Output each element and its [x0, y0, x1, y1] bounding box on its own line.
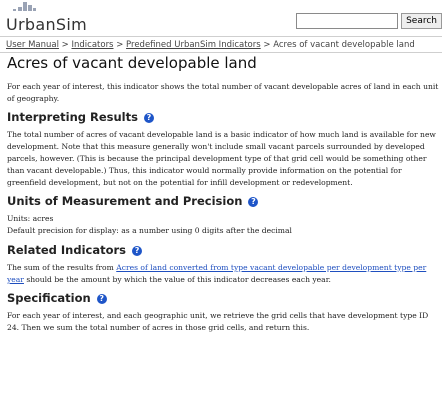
- related-text-before: The sum of the results from: [7, 263, 117, 272]
- specification-paragraph: For each year of interest, and each geog…: [7, 311, 429, 332]
- section-heading-text: Related Indicators: [7, 243, 127, 257]
- intro-paragraph: For each year of interest, this indicato…: [7, 82, 439, 103]
- help-icon[interactable]: ?: [96, 294, 107, 304]
- breadcrumb-separator: >: [116, 40, 127, 50]
- logo-text[interactable]: UrbanSim: [6, 15, 87, 34]
- breadcrumb-link-predefined-indicators[interactable]: Predefined UrbanSim Indicators: [126, 40, 261, 50]
- help-icon[interactable]: ?: [144, 113, 154, 123]
- units-line: Units: acres: [7, 214, 54, 223]
- units-paragraph: Units: acres Default precision for displ…: [7, 213, 439, 237]
- section-heading-text: Interpreting Results: [7, 110, 138, 124]
- header: UrbanSim Search: [0, 0, 442, 34]
- logo-block: [33, 8, 36, 11]
- logo-block: [23, 2, 27, 11]
- main-content: Acres of vacant developable land For eac…: [7, 54, 439, 338]
- section-heading-specification: Specification ?: [7, 291, 439, 305]
- breadcrumb-link-indicators[interactable]: Indicators: [72, 40, 114, 50]
- page-title: Acres of vacant developable land: [7, 54, 257, 72]
- logo-block: [18, 7, 22, 11]
- section-heading-text: Specification: [7, 291, 91, 305]
- logo-block: [13, 9, 16, 11]
- help-icon[interactable]: ?: [132, 246, 143, 256]
- section-heading-units: Units of Measurement and Precision ?: [7, 194, 439, 208]
- help-icon[interactable]: ?: [248, 197, 259, 207]
- related-text-after: should be the amount by which the value …: [23, 275, 331, 284]
- related-paragraph: The sum of the results from Acres of lan…: [7, 262, 439, 286]
- search-bar: Search: [296, 13, 442, 29]
- precision-line: Default precision for display: as a numb…: [7, 226, 292, 235]
- breadcrumb-link-user-manual[interactable]: User Manual: [6, 40, 59, 50]
- section-heading-interpreting: Interpreting Results ?: [7, 110, 439, 124]
- search-input[interactable]: [296, 13, 399, 29]
- section-heading-text: Units of Measurement and Precision: [7, 194, 243, 208]
- interpreting-paragraph: The total number of acres of vacant deve…: [7, 130, 436, 187]
- logo-block: [28, 5, 32, 11]
- section-heading-related: Related Indicators ?: [7, 243, 439, 257]
- breadcrumb-current: Acres of vacant developable land: [273, 40, 415, 50]
- breadcrumb: User Manual > Indicators > Predefined Ur…: [6, 40, 415, 50]
- breadcrumb-separator: >: [61, 40, 72, 50]
- breadcrumb-separator: >: [263, 40, 274, 50]
- search-button[interactable]: Search: [401, 13, 442, 29]
